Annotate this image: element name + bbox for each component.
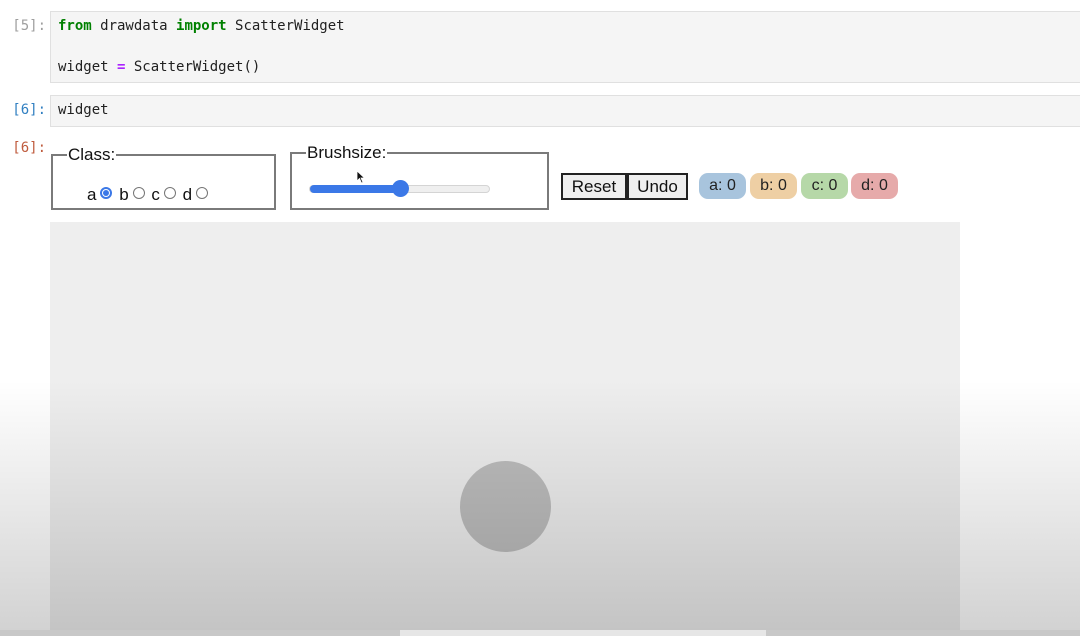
class-option-label: b	[119, 185, 129, 204]
horizontal-scrollbar-thumb[interactable]	[400, 630, 766, 636]
class-option-label: a	[87, 185, 97, 204]
undo-button[interactable]: Undo	[627, 173, 688, 200]
code-line-1: from drawdata import ScatterWidget	[58, 18, 345, 34]
reset-button[interactable]: Reset	[561, 173, 627, 200]
class-radio-group: a b c d	[87, 185, 210, 205]
imported-name: ScatterWidget	[226, 18, 345, 34]
count-badge-d: d: 0	[851, 173, 898, 199]
class-option-label: d	[182, 185, 193, 204]
brushsize-fieldset: Brushsize:	[290, 144, 549, 210]
radio-button-c[interactable]	[163, 187, 176, 199]
radio-button-b[interactable]	[132, 187, 145, 199]
code-line-widget: widget	[58, 102, 109, 118]
cell-6-output-prompt: [6]:	[12, 140, 46, 156]
brush-preview-circle	[460, 461, 551, 552]
radio-button-d[interactable]	[196, 187, 209, 199]
class-legend: Class:	[68, 145, 116, 164]
class-option-b[interactable]: b	[119, 185, 145, 205]
variable-name: widget	[58, 59, 118, 75]
mouse-cursor-icon	[356, 170, 366, 184]
drawing-canvas[interactable]	[50, 222, 960, 636]
brushsize-slider-fill	[310, 185, 400, 193]
count-badge-b: b: 0	[750, 173, 797, 199]
notebook-page: [5]: from drawdata import ScatterWidget …	[0, 0, 1080, 636]
cell-6-input[interactable]: widget	[50, 95, 1080, 127]
brushsize-slider[interactable]	[309, 180, 490, 197]
module-name: drawdata	[91, 18, 177, 34]
radio-button-a[interactable]	[100, 187, 113, 199]
cell-6-prompt: [6]:	[12, 102, 46, 118]
class-option-d[interactable]: d	[182, 185, 209, 205]
keyword-import: import	[176, 18, 227, 34]
code-line-2: widget = ScatterWidget()	[58, 59, 260, 75]
class-option-label: c	[151, 185, 160, 204]
horizontal-scrollbar[interactable]	[0, 630, 1080, 636]
cell-5-input[interactable]: from drawdata import ScatterWidget widge…	[50, 11, 1080, 83]
class-fieldset: Class: a b c d	[51, 146, 276, 210]
count-badge-c: c: 0	[801, 173, 848, 199]
count-badge-a: a: 0	[699, 173, 746, 199]
brushsize-legend: Brushsize:	[307, 143, 387, 162]
class-option-c[interactable]: c	[151, 185, 176, 205]
brushsize-slider-thumb[interactable]	[392, 180, 409, 197]
keyword-from: from	[58, 18, 92, 34]
cell-5-prompt: [5]:	[12, 18, 46, 34]
class-option-a[interactable]: a	[87, 185, 113, 205]
constructor-call: ScatterWidget()	[125, 59, 261, 75]
